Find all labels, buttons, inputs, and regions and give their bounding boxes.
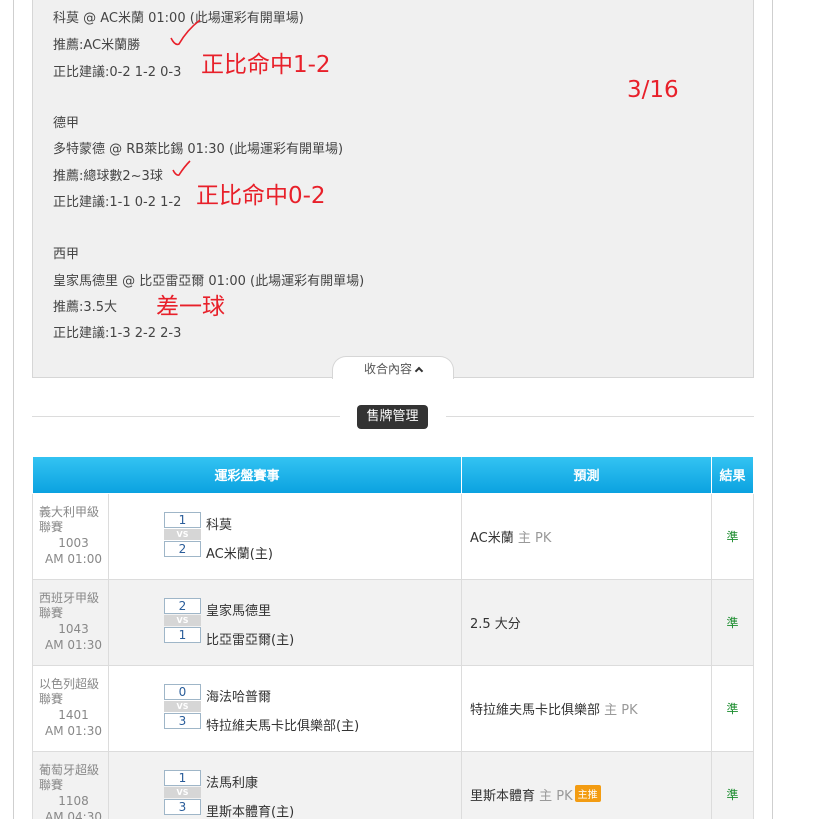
prediction-main: 特拉維夫馬卡比俱樂部 (470, 702, 601, 718)
prediction-cell: 2.5 大分 (461, 578, 712, 666)
league-cell: 葡萄牙超級聯賽 1108 AM 04:30 (32, 750, 109, 819)
match-code: 1043 (58, 622, 89, 636)
recommendation-line: 推薦:AC米蘭勝 (53, 38, 141, 53)
divider-right (446, 416, 754, 417)
result-cell: 準 (711, 750, 754, 819)
result-cell: 準 (711, 492, 754, 580)
score-suggestion-line: 正比建議:0-2 1-2 0-3 (53, 65, 182, 80)
league-name: 義大利甲級聯賽 (39, 505, 100, 534)
prediction-extra: 主 PK (535, 788, 573, 804)
league-cell: 以色列超級聯賽 1401 AM 01:30 (32, 664, 109, 752)
score-box: 1 (164, 511, 201, 528)
table-row: 西班牙甲級聯賽 1043 AM 01:30 2 VS 1 皇家馬德里 比亞雷亞爾… (32, 578, 754, 666)
match-cell: 2 VS 1 皇家馬德里 比亞雷亞爾(主) (108, 578, 462, 666)
result-cell: 準 (711, 664, 754, 752)
collapse-label: 收合內容 (363, 362, 412, 376)
prediction-main: AC米蘭 (470, 530, 514, 546)
prediction-cell: AC米蘭 主 PK (461, 492, 712, 580)
collapse-content-button[interactable]: 收合內容 (332, 356, 454, 379)
match-cell: 0 VS 3 海法哈普爾 特拉維夫馬卡比俱樂部(主) (108, 664, 462, 752)
match-time: AM 01:00 (45, 552, 102, 566)
recommendation-line: 推薦:總球數2~3球 (53, 169, 163, 184)
score-box: 1 (164, 626, 201, 643)
score-suggestion-line: 正比建議:1-3 2-2 2-3 (53, 326, 182, 341)
match-cell: 1 VS 3 法馬利康 里斯本體育(主) (108, 750, 462, 819)
vs-label: VS (164, 786, 201, 798)
prediction-main: 里斯本體育 (470, 788, 536, 804)
league-name: 以色列超級聯賽 (39, 677, 100, 706)
checkmark-icon (172, 160, 191, 176)
league-heading: 西甲 (53, 247, 80, 262)
home-team: 比亞雷亞爾(主) (206, 632, 295, 648)
table-row: 葡萄牙超級聯賽 1108 AM 04:30 1 VS 3 法馬利康 里斯本體育(… (32, 750, 754, 819)
article-panel: 科莫 @ AC米蘭 01:00 (此場運彩有開單場) 推薦:AC米蘭勝 正比建議… (32, 0, 754, 378)
league-cell: 義大利甲級聯賽 1003 AM 01:00 (32, 492, 109, 580)
header-result: 結果 (711, 457, 754, 494)
recommendation-line: 推薦:3.5大 (53, 300, 118, 315)
score-box: 3 (164, 798, 201, 815)
match-time: AM 04:30 (45, 810, 102, 819)
match-code: 1108 (58, 794, 89, 808)
results-table: 運彩盤賽事 預測 結果 義大利甲級聯賽 1003 AM 01:00 1 VS 2… (32, 457, 754, 819)
match-time: AM 01:30 (45, 638, 102, 652)
match-line: 多特蒙德 @ RB萊比錫 01:30 (此場運彩有開單場) (53, 142, 344, 157)
league-name: 葡萄牙超級聯賽 (39, 763, 100, 792)
away-team: 法馬利康 (206, 775, 259, 791)
prediction-cell: 特拉維夫馬卡比俱樂部 主 PK (461, 664, 712, 752)
league-name: 西班牙甲級聯賽 (39, 591, 100, 620)
score-box: 2 (164, 597, 201, 614)
checkmark-icon (170, 19, 201, 46)
match-cell: 1 VS 2 科莫 AC米蘭(主) (108, 492, 462, 580)
prediction-extra: 主 PK (513, 530, 552, 546)
vs-label: VS (164, 528, 201, 540)
vs-label: VS (164, 614, 201, 626)
featured-badge: 主推 (574, 784, 601, 802)
table-row: 以色列超級聯賽 1401 AM 01:30 0 VS 3 海法哈普爾 特拉維夫馬… (32, 664, 754, 752)
score-box: 1 (164, 769, 201, 786)
away-team: 海法哈普爾 (206, 689, 272, 705)
vs-label: VS (164, 700, 201, 712)
prediction-cell: 里斯本體育 主 PK 主推 (461, 750, 712, 819)
prediction-extra: 主 PK (600, 702, 638, 718)
divider-left (32, 416, 340, 417)
away-team: 皇家馬德里 (206, 603, 272, 619)
home-team: 特拉維夫馬卡比俱樂部(主) (206, 718, 360, 734)
prediction-main: 2.5 大分 (470, 616, 521, 632)
header-prediction: 預測 (461, 457, 712, 494)
away-team: 科莫 (206, 517, 233, 533)
league-heading: 德甲 (53, 116, 80, 131)
match-code: 1401 (58, 708, 89, 722)
score-box: 3 (164, 712, 201, 729)
score-box: 0 (164, 683, 201, 700)
handwritten-note: 正比命中0-2 (196, 183, 326, 209)
handwritten-note: 正比命中1-2 (201, 52, 331, 78)
result-cell: 準 (711, 578, 754, 666)
match-time: AM 01:30 (45, 724, 102, 738)
league-cell: 西班牙甲級聯賽 1043 AM 01:30 (32, 578, 109, 666)
score-suggestion-line: 正比建議:1-1 0-2 1-2 (53, 195, 182, 210)
score-box: 2 (164, 540, 201, 557)
handwritten-date: 3/16 (627, 77, 679, 103)
home-team: 里斯本體育(主) (206, 804, 295, 819)
match-code: 1003 (58, 536, 89, 550)
chevron-up-icon (414, 366, 424, 376)
header-match: 運彩盤賽事 (32, 457, 462, 494)
home-team: AC米蘭(主) (206, 546, 273, 562)
sales-management-button[interactable]: 售牌管理 (357, 405, 428, 429)
table-row: 義大利甲級聯賽 1003 AM 01:00 1 VS 2 科莫 AC米蘭(主) … (32, 492, 754, 580)
handwritten-note: 差一球 (156, 294, 225, 320)
